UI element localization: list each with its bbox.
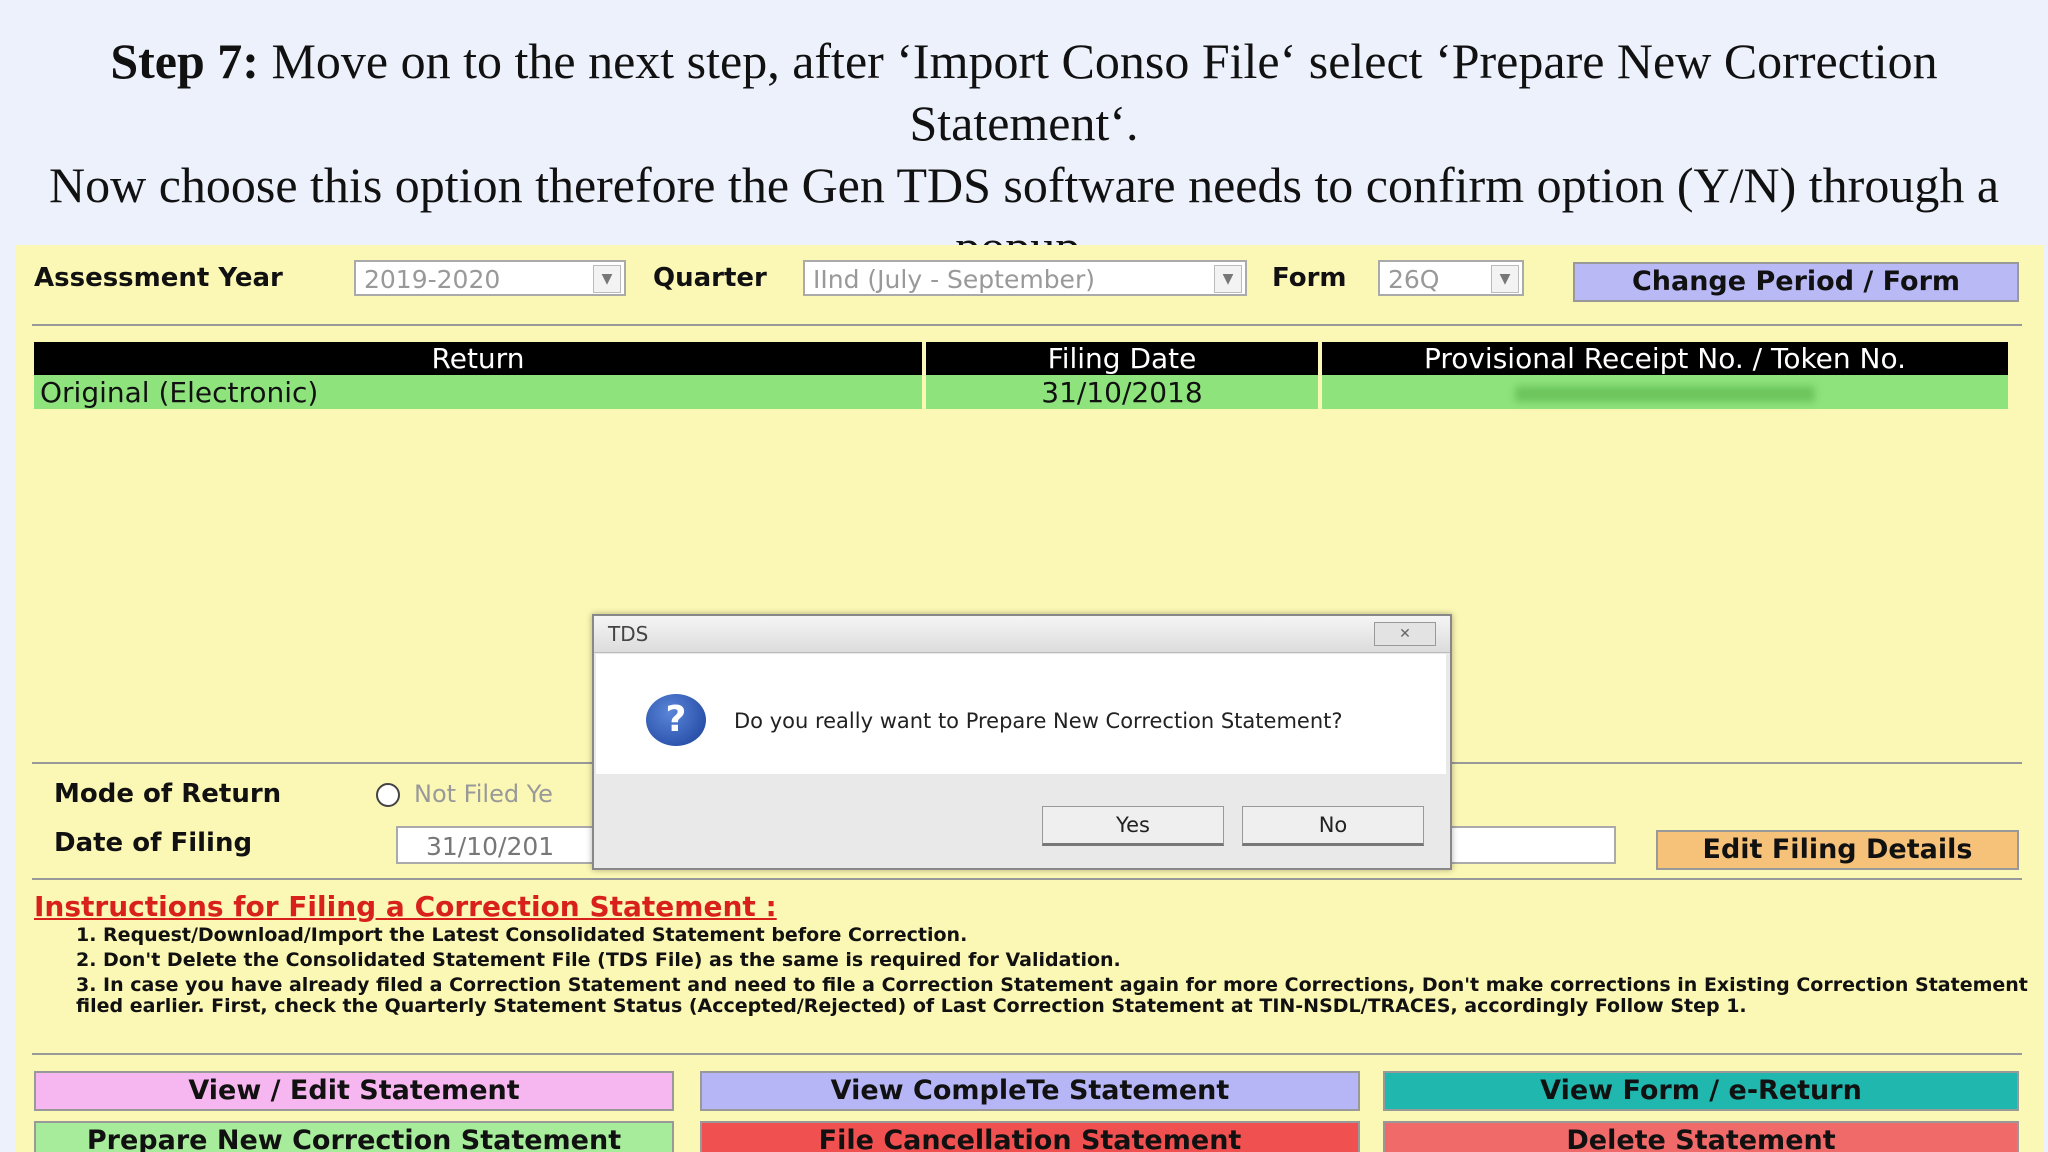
instruction-item: 3. In case you have already filed a Corr… bbox=[76, 974, 2028, 1017]
mode-of-return-label: Mode of Return bbox=[54, 779, 282, 809]
quarter-label: Quarter bbox=[653, 263, 767, 293]
quarter-value: IInd (July - September) bbox=[813, 265, 1095, 294]
quarter-select[interactable]: IInd (July - September) ▼ bbox=[803, 260, 1247, 296]
chevron-down-icon[interactable]: ▼ bbox=[593, 265, 621, 293]
prepare-new-correction-statement-button[interactable]: Prepare New Correction Statement bbox=[34, 1121, 674, 1152]
yes-button[interactable]: Yes bbox=[1042, 806, 1224, 846]
table-row[interactable]: Original (Electronic) 31/10/2018 bbox=[34, 375, 2012, 409]
dialog-titlebar[interactable]: TDS ✕ bbox=[594, 616, 1450, 653]
mode-radio[interactable] bbox=[376, 783, 400, 807]
chevron-down-icon[interactable]: ▼ bbox=[1491, 265, 1519, 293]
divider bbox=[32, 1053, 2022, 1055]
view-edit-statement-button[interactable]: View / Edit Statement bbox=[34, 1071, 674, 1111]
assessment-year-label: Assessment Year bbox=[34, 263, 283, 293]
returns-table: Return Filing Date Provisional Receipt N… bbox=[34, 342, 2012, 409]
form-value: 26Q bbox=[1388, 265, 1440, 294]
view-complete-statement-button[interactable]: View CompleTe Statement bbox=[700, 1071, 1360, 1111]
column-header-return: Return bbox=[34, 342, 926, 375]
receipt-no-input[interactable] bbox=[1442, 826, 1616, 864]
delete-statement-button[interactable]: Delete Statement bbox=[1383, 1121, 2019, 1152]
edit-filing-details-button[interactable]: Edit Filing Details bbox=[1656, 830, 2019, 870]
instructions-list: 1. Request/Download/Import the Latest Co… bbox=[76, 925, 2036, 1021]
date-of-filing-label: Date of Filing bbox=[54, 828, 253, 858]
file-cancellation-statement-button[interactable]: File Cancellation Statement bbox=[700, 1121, 1360, 1152]
divider bbox=[32, 324, 2022, 326]
table-header-row: Return Filing Date Provisional Receipt N… bbox=[34, 342, 2012, 375]
assessment-year-select[interactable]: 2019-2020 ▼ bbox=[354, 260, 626, 296]
filing-date-cell[interactable]: 31/10/2018 bbox=[924, 375, 1322, 409]
view-form-ereturn-button[interactable]: View Form / e-Return bbox=[1383, 1071, 2019, 1111]
chevron-down-icon[interactable]: ▼ bbox=[1214, 265, 1242, 293]
no-button[interactable]: No bbox=[1242, 806, 1424, 846]
dialog-message: Do you really want to Prepare New Correc… bbox=[734, 709, 1343, 733]
instructions-title[interactable]: Instructions for Filing a Correction Sta… bbox=[34, 890, 777, 923]
redacted-receipt bbox=[1515, 385, 1815, 402]
caption-line-1: Move on to the next step, after ‘Import … bbox=[258, 33, 1938, 151]
confirm-dialog: TDS ✕ ? Do you really want to Prepare Ne… bbox=[592, 614, 1452, 870]
step-label: Step 7: bbox=[110, 33, 259, 89]
divider bbox=[32, 878, 2022, 880]
instruction-item: 2. Don't Delete the Consolidated Stateme… bbox=[76, 949, 1121, 971]
form-label: Form bbox=[1272, 263, 1347, 293]
instruction-item: 1. Request/Download/Import the Latest Co… bbox=[76, 924, 968, 946]
form-select[interactable]: 26Q ▼ bbox=[1378, 260, 1524, 296]
assessment-year-value: 2019-2020 bbox=[364, 265, 501, 294]
caption-line-2: Now choose this option therefore the Gen… bbox=[48, 157, 2000, 213]
question-icon: ? bbox=[646, 694, 706, 746]
receipt-no-cell[interactable] bbox=[1320, 375, 2012, 409]
dialog-body: ? Do you really want to Prepare New Corr… bbox=[596, 654, 1446, 774]
close-icon[interactable]: ✕ bbox=[1374, 622, 1436, 646]
dialog-title: TDS bbox=[608, 622, 649, 646]
column-header-receipt-no: Provisional Receipt No. / Token No. bbox=[1320, 342, 2012, 375]
mode-option-label: Not Filed Ye bbox=[414, 780, 553, 808]
step-caption: Step 7: Move on to the next step, after … bbox=[0, 0, 2048, 275]
change-period-form-button[interactable]: Change Period / Form bbox=[1573, 262, 2019, 302]
column-header-filing-date: Filing Date bbox=[924, 342, 1322, 375]
return-cell[interactable]: Original (Electronic) bbox=[34, 375, 926, 409]
